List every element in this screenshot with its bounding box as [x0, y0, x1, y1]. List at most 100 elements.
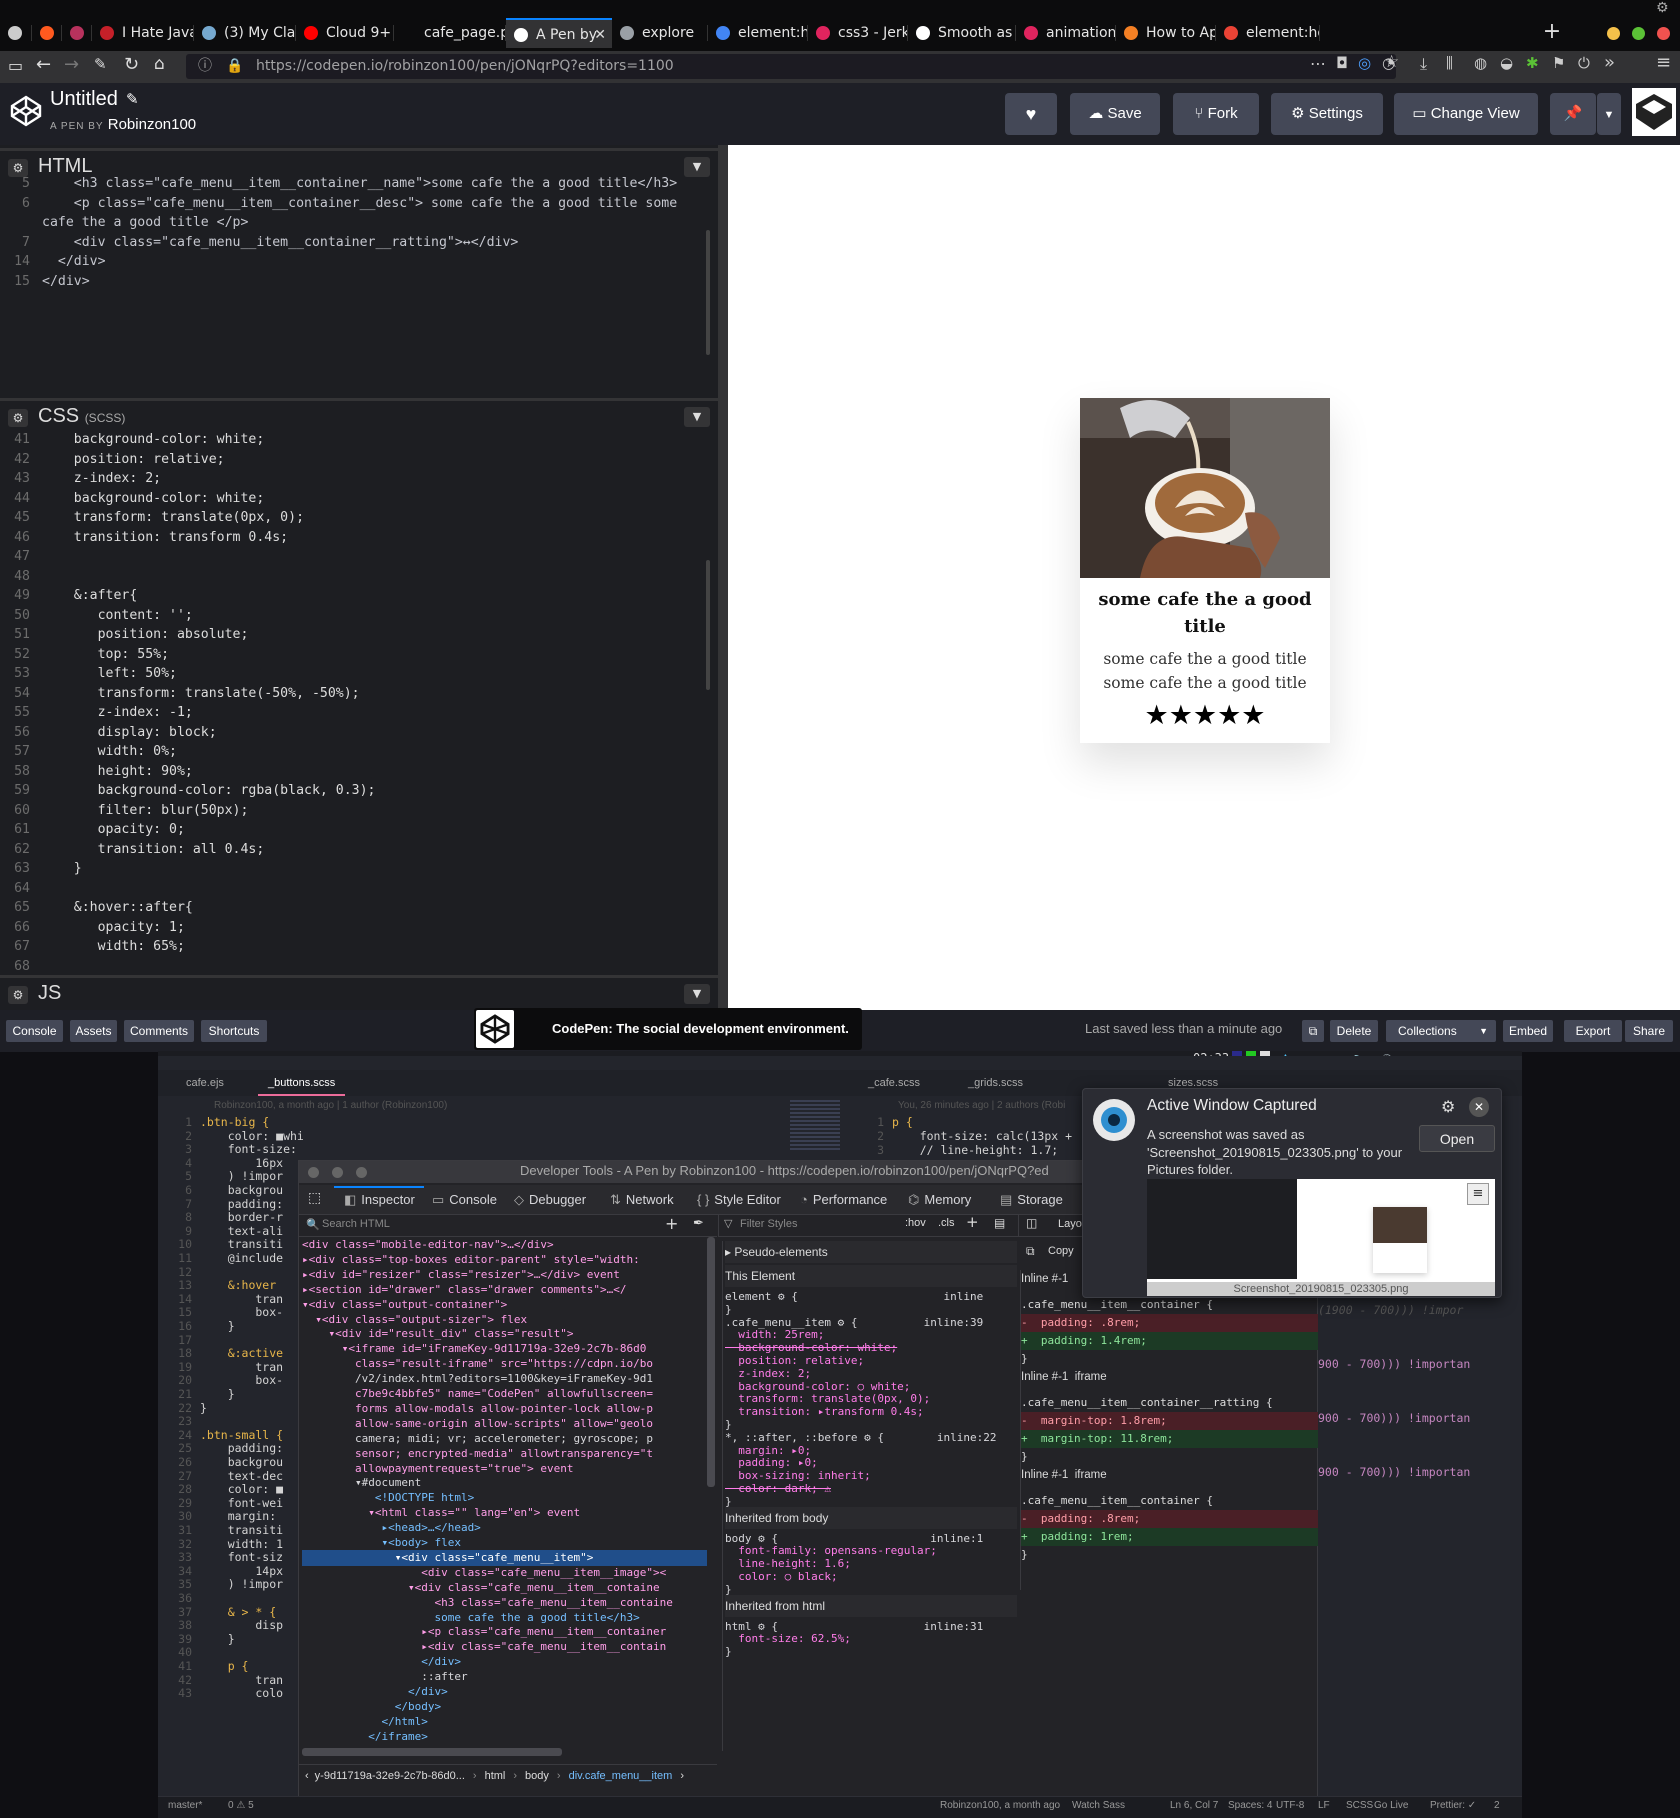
status-prettier[interactable]: Prettier: ✓ — [1430, 1800, 1476, 1811]
love-button[interactable]: ♥ — [1005, 93, 1057, 135]
markup-line[interactable]: ▾<div id="result_div" class="result"> — [302, 1326, 707, 1342]
devtools-tab[interactable]: ◇ Debugger — [514, 1187, 586, 1213]
sidebar-icon[interactable]: ▭ — [8, 56, 23, 75]
hov-toggle[interactable]: :hov — [905, 1217, 926, 1229]
markup-line[interactable]: </iframe> — [302, 1729, 707, 1745]
devtools-min-dot[interactable] — [332, 1167, 343, 1178]
markup-line[interactable]: some cafe the a good title</h3> — [302, 1610, 707, 1626]
vscode-editor-right[interactable]: 1p {2 font-size: calc(13px +3 // line-he… — [860, 1114, 1080, 1164]
new-tab-button[interactable]: + — [1542, 20, 1562, 44]
shield-icon[interactable]: ◒ — [1500, 54, 1513, 72]
markup-line[interactable]: ▾<div class="output-sizer"> flex — [302, 1312, 707, 1328]
markup-line[interactable]: allowpaymentrequest="true"> event — [302, 1461, 707, 1477]
breadcrumb-item[interactable]: y-9d11719a-32e9-2c7b-86d0... — [315, 1770, 465, 1782]
browser-tab[interactable]: explore — [612, 18, 708, 48]
breadcrumb-item[interactable]: div.cafe_menu__item — [569, 1770, 673, 1782]
add-rule-icon[interactable]: + — [966, 1213, 979, 1231]
breadcrumb-item[interactable]: body — [525, 1770, 549, 1782]
status-pos[interactable]: Ln 6, Col 7 — [1170, 1800, 1218, 1811]
extension-icon[interactable]: ✱ — [1526, 54, 1539, 72]
copy-button[interactable]: Copy — [1048, 1245, 1074, 1257]
gear-icon[interactable]: ⚙ — [1656, 0, 1672, 16]
pin-dropdown-button[interactable]: ▼ — [1597, 93, 1621, 135]
markup-line[interactable]: ▸<p class="cafe_menu__item__container — [302, 1624, 707, 1640]
comments-button[interactable]: Comments — [124, 1020, 194, 1042]
status-blame[interactable]: Robinzon100, a month ago — [940, 1800, 1060, 1811]
tools-icon[interactable]: ✎ — [94, 55, 107, 73]
extension-pin-icon[interactable]: ⚑ — [1552, 54, 1565, 72]
css-scrollbar[interactable] — [706, 560, 710, 690]
markup-scrollbar[interactable] — [707, 1237, 715, 1487]
close-dot[interactable] — [1657, 27, 1670, 40]
devtools-tab[interactable]: ▤ Storage — [1000, 1187, 1063, 1213]
vscode-tab[interactable]: _cafe.scss — [858, 1070, 930, 1096]
chevron-left-icon[interactable]: ‹ — [305, 1770, 309, 1782]
rule-line[interactable]: } — [725, 1644, 1017, 1660]
console-button[interactable]: Console — [6, 1020, 63, 1042]
thumbnail-menu-icon[interactable]: ≡ — [1467, 1183, 1489, 1205]
page-actions-icon[interactable]: ⋯ — [1310, 54, 1326, 73]
info-icon[interactable]: ⓘ — [198, 54, 212, 79]
status-watch[interactable]: Watch Sass — [1072, 1800, 1125, 1811]
markup-line[interactable]: camera; midi; vr; accelerometer; gyrosco… — [302, 1431, 707, 1447]
pane-resizer[interactable] — [718, 145, 728, 1010]
devtools-tab[interactable]: ◔ Performance — [800, 1187, 887, 1213]
layout-tab[interactable]: Layo — [1058, 1218, 1082, 1230]
author-link[interactable]: Robinzon100 — [108, 116, 196, 133]
browser-tab[interactable]: How to Appl — [1116, 18, 1216, 48]
rules-view[interactable]: ▸ Pseudo-elements This Element element ⚙ {… — [722, 1241, 1018, 1751]
devtools-tab[interactable]: ◧ Inspector — [344, 1187, 415, 1213]
browser-tab[interactable] — [32, 18, 62, 48]
picker-icon[interactable]: ⬚ — [308, 1190, 321, 1206]
markup-line[interactable]: /v2/index.html?editors=1100&key=iFrameKe… — [302, 1371, 707, 1387]
status-live[interactable]: Go Live — [1374, 1800, 1408, 1811]
markup-line[interactable]: ▾<div class="output-container"> — [302, 1297, 707, 1313]
devtools-tab[interactable]: ▭ Console — [432, 1187, 497, 1213]
sync-icon[interactable]: ◎ — [1358, 54, 1371, 72]
markup-line[interactable]: </body> — [302, 1699, 707, 1715]
markup-line[interactable]: ▾<body> flex — [302, 1535, 707, 1551]
chevron-down-icon[interactable]: ▼ — [684, 407, 710, 427]
home-icon[interactable]: ⌂ — [154, 54, 165, 74]
reload-icon[interactable]: ↻ — [124, 54, 139, 75]
open-button[interactable]: Open — [1419, 1125, 1495, 1152]
browser-tab[interactable]: Cloud 9+ - H — [296, 18, 394, 48]
markup-line[interactable]: <div class="mobile-editor-nav">…</div> — [302, 1237, 707, 1253]
markup-line[interactable]: ▸<section id="drawer" class="drawer comm… — [302, 1282, 707, 1298]
chevron-down-icon[interactable]: ▼ — [684, 984, 710, 1004]
menu-icon[interactable]: ≡ — [1656, 52, 1671, 73]
markup-line[interactable]: ▾<div class="cafe_menu__item__containe — [302, 1580, 707, 1596]
fork-button[interactable]: ⑂ Fork — [1173, 93, 1259, 135]
markup-line[interactable]: ▾<div class="cafe_menu__item"> — [302, 1549, 707, 1566]
status-bell[interactable]: 2 — [1494, 1800, 1500, 1811]
markup-line[interactable]: ▸<head>…</head> — [302, 1520, 707, 1536]
markup-line[interactable]: c7be9c4bbfe5" name="CodePen" allowfullsc… — [302, 1386, 707, 1402]
shortcuts-button[interactable]: Shortcuts — [201, 1020, 267, 1042]
devtools-tab[interactable]: ⌬ Memory — [908, 1187, 971, 1213]
devtools-max-dot[interactable] — [356, 1167, 367, 1178]
save-button[interactable]: ☁ Save — [1070, 93, 1160, 135]
download-icon[interactable]: ⤓ — [1420, 54, 1427, 74]
overflow-chevron-icon[interactable]: » — [1604, 52, 1615, 73]
markup-line[interactable]: ▾<iframe id="iFrameKey-9d11719a-32e9-2c7… — [302, 1341, 707, 1357]
settings-button[interactable]: ⚙ Settings — [1271, 93, 1383, 135]
copy-icon[interactable]: ⧉ — [1026, 1244, 1035, 1259]
markup-line[interactable]: ▸<div class="cafe_menu__item__contain — [302, 1639, 707, 1655]
close-icon[interactable]: ✕ — [594, 20, 606, 48]
browser-tab[interactable]: cafe_page.png — [394, 18, 506, 48]
markup-line[interactable]: </html> — [302, 1714, 707, 1730]
status-lang[interactable]: SCSS — [1346, 1800, 1373, 1811]
status-enc[interactable]: UTF-8 — [1276, 1800, 1304, 1811]
html-scrollbar[interactable] — [706, 230, 710, 355]
codepen-logo-icon[interactable] — [10, 95, 42, 127]
browser-tab[interactable]: animation - — [1016, 18, 1116, 48]
pocket-icon[interactable]: ◘ — [1336, 54, 1348, 72]
status-eol[interactable]: LF — [1318, 1800, 1330, 1811]
add-node-icon[interactable]: + — [665, 1214, 678, 1233]
status-spaces[interactable]: Spaces: 4 — [1228, 1800, 1272, 1811]
breadcrumb-item[interactable]: html — [485, 1770, 506, 1782]
markup-line[interactable]: forms allow-modals allow-pointer-lock al… — [302, 1401, 707, 1417]
vscode-tab[interactable]: _grids.scss — [958, 1070, 1033, 1096]
markup-line[interactable]: allow-same-origin allow-scripts" allow="… — [302, 1416, 707, 1432]
vscode-editor-left[interactable]: 1.btn-big {2 color: ■white;3 font-size: … — [168, 1114, 303, 1794]
